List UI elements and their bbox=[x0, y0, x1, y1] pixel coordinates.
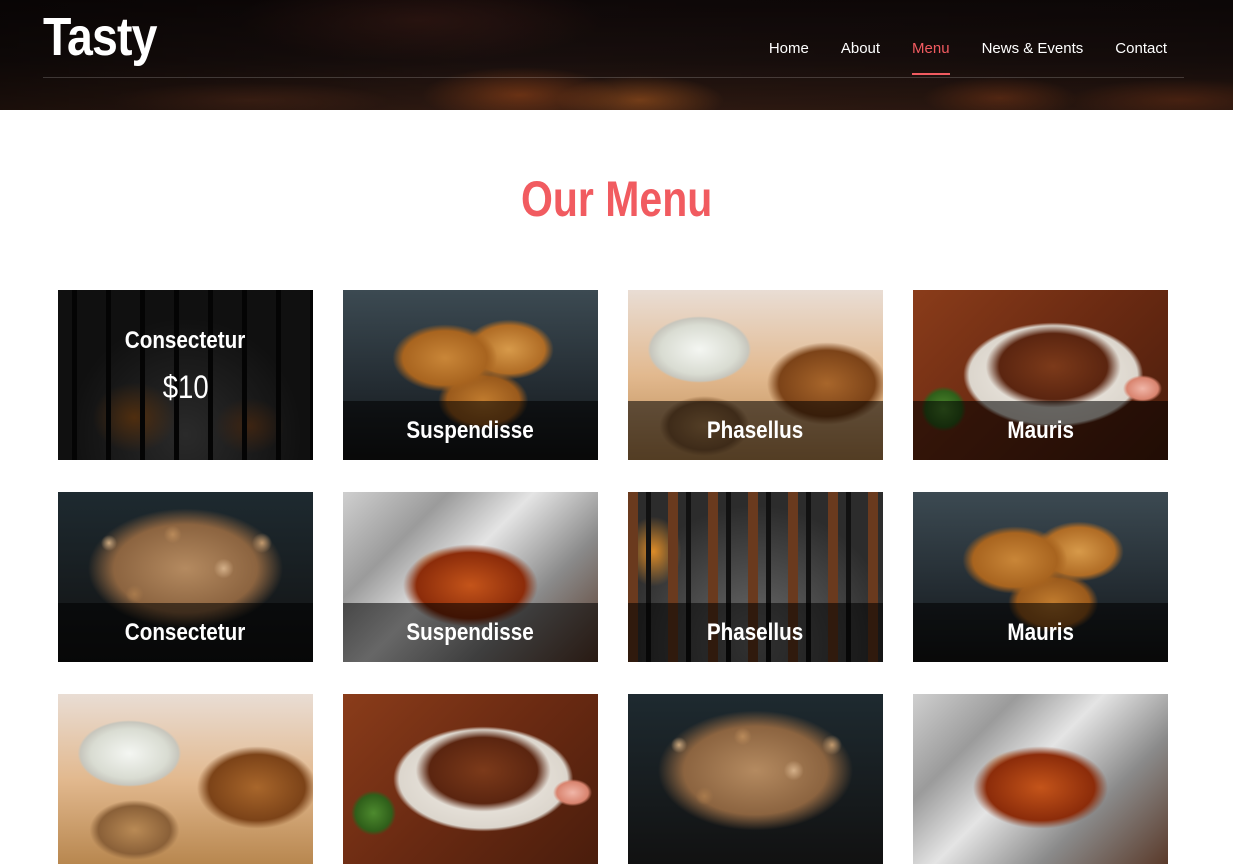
nav-menu[interactable]: Menu bbox=[912, 40, 950, 75]
nav-about[interactable]: About bbox=[841, 40, 880, 75]
menu-item-caption: Suspendisse bbox=[343, 603, 598, 662]
menu-item-caption: Phasellus bbox=[628, 401, 883, 460]
menu-item-label: Consectetur bbox=[125, 618, 246, 646]
header-divider bbox=[43, 77, 1184, 78]
menu-item[interactable]: Phasellus bbox=[628, 290, 883, 460]
menu-grid: Consectetur $10 Suspendisse Phasellus Ma… bbox=[58, 290, 1168, 864]
menu-item-label: Consectetur bbox=[125, 326, 246, 354]
menu-item-label: Phasellus bbox=[707, 416, 804, 444]
main-nav: Home About Menu News & Events Contact bbox=[769, 40, 1167, 75]
menu-item-image bbox=[58, 694, 313, 864]
menu-item-image bbox=[913, 694, 1168, 864]
menu-item-price: $10 bbox=[162, 368, 209, 405]
menu-item-label: Suspendisse bbox=[406, 618, 535, 646]
menu-item-label: Mauris bbox=[1007, 416, 1074, 444]
menu-item-caption: Mauris bbox=[913, 603, 1168, 662]
menu-item[interactable]: Mauris bbox=[913, 290, 1168, 460]
menu-item[interactable]: Consectetur bbox=[58, 492, 313, 662]
menu-item[interactable]: Consectetur $10 bbox=[58, 290, 313, 460]
nav-news-events[interactable]: News & Events bbox=[982, 40, 1084, 75]
menu-item-image bbox=[343, 694, 598, 864]
menu-item-label: Suspendisse bbox=[406, 416, 535, 444]
menu-item[interactable] bbox=[628, 694, 883, 864]
menu-item-caption: Suspendisse bbox=[343, 401, 598, 460]
site-logo[interactable]: Tasty bbox=[43, 6, 157, 68]
menu-item-caption: Phasellus bbox=[628, 603, 883, 662]
menu-item[interactable]: Suspendisse bbox=[343, 492, 598, 662]
menu-item[interactable] bbox=[913, 694, 1168, 864]
menu-item[interactable]: Mauris bbox=[913, 492, 1168, 662]
menu-item-image bbox=[628, 694, 883, 864]
menu-item-label: Phasellus bbox=[707, 618, 804, 646]
menu-item-caption: Mauris bbox=[913, 401, 1168, 460]
menu-item-label: Mauris bbox=[1007, 618, 1074, 646]
menu-item[interactable] bbox=[343, 694, 598, 864]
menu-item[interactable]: Phasellus bbox=[628, 492, 883, 662]
menu-item[interactable] bbox=[58, 694, 313, 864]
page-title: Our Menu bbox=[520, 171, 713, 227]
site-header: Tasty Home About Menu News & Events Cont… bbox=[0, 0, 1233, 110]
menu-item-caption: Consectetur bbox=[58, 603, 313, 662]
nav-contact[interactable]: Contact bbox=[1115, 40, 1167, 75]
menu-item[interactable]: Suspendisse bbox=[343, 290, 598, 460]
menu-item-hover-overlay: Consectetur $10 bbox=[58, 290, 313, 460]
nav-home[interactable]: Home bbox=[769, 40, 809, 75]
